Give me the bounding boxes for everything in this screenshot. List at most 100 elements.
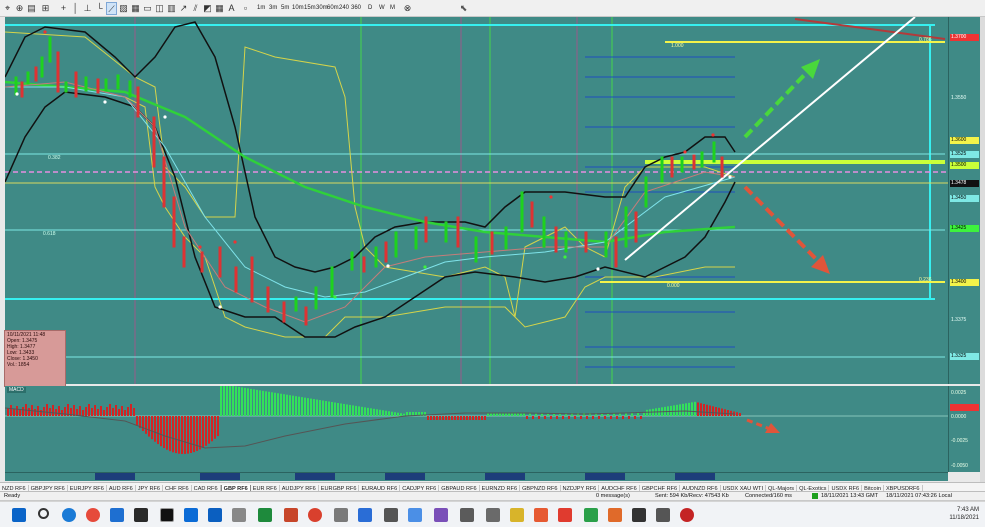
gann-icon[interactable]: ◩ — [202, 2, 213, 15]
symbol-tab[interactable]: CAD RF6 — [192, 485, 221, 491]
folder-icon[interactable] — [510, 508, 524, 522]
cross-tool-icon[interactable]: + — [58, 2, 69, 15]
timeframe-1m[interactable]: 1m — [256, 3, 266, 14]
app-icon[interactable] — [408, 508, 422, 522]
hline-tool-icon[interactable]: └ — [94, 2, 105, 15]
excel-icon[interactable] — [258, 508, 272, 522]
symbol-tab[interactable]: GBP RF6 — [220, 485, 251, 491]
symbol-tab[interactable]: AUDCHF RF6 — [599, 485, 640, 491]
ellipse-icon[interactable]: ◫ — [154, 2, 165, 15]
outlook-icon[interactable] — [184, 508, 198, 522]
symbol-tab[interactable]: GBPAUD RF6 — [439, 485, 480, 491]
symbol-tab[interactable]: USDX RF6 — [829, 485, 863, 491]
app-icon[interactable] — [334, 508, 348, 522]
crosshair-icon[interactable]: ⌖ — [2, 2, 13, 15]
fib-label: 0.618 — [43, 231, 56, 237]
macd-panel[interactable]: MACD — [5, 386, 948, 472]
symbol-tab[interactable]: GBPCHF RF6 — [640, 485, 681, 491]
symbol-tab[interactable]: GBPJPY RF6 — [29, 485, 68, 491]
timeframe-5m[interactable]: 5m — [280, 3, 290, 14]
cycle-icon[interactable]: ▦ — [214, 2, 225, 15]
symbol-tab[interactable]: EURJPY RF6 — [68, 485, 107, 491]
symbol-tab[interactable]: NZD RF6 — [0, 485, 29, 491]
app-icon[interactable] — [680, 508, 694, 522]
symbol-tab[interactable]: NZDJPY RF6 — [561, 485, 600, 491]
timeframe-w[interactable]: W — [378, 3, 386, 14]
macd-bar — [295, 396, 297, 416]
price-axis[interactable]: 1.3700 1.3550 1.3600 1.3525 1.3500 1.347… — [948, 17, 980, 384]
price-chart[interactable]: 0.382 0.618 1.000 0.000 0.786 0.236 — [5, 17, 948, 384]
timeframe-m[interactable]: M — [389, 3, 396, 14]
app-icon[interactable] — [486, 508, 500, 522]
powerpoint-icon[interactable] — [284, 508, 298, 522]
symbol-tab[interactable]: QL-Exotics — [797, 485, 830, 491]
symbol-tab[interactable]: Bitcoin — [862, 485, 884, 491]
macd-bar — [64, 407, 66, 416]
app-icon[interactable] — [632, 508, 646, 522]
symbol-tab[interactable]: EURNZD RF6 — [480, 485, 521, 491]
app-icon[interactable] — [208, 508, 222, 522]
timeframe-3m[interactable]: 3m — [268, 3, 278, 14]
vertical-scrollbar[interactable] — [980, 17, 985, 482]
timeframe-240[interactable]: 240 — [338, 3, 350, 14]
macd-bar — [259, 390, 261, 416]
symbol-tab[interactable]: EURGBP RF6 — [319, 485, 360, 491]
symbol-tab[interactable]: AUD RF6 — [107, 485, 136, 491]
fib-icon[interactable]: ▦ — [130, 2, 141, 15]
symbol-tab[interactable]: CHF RF6 — [163, 485, 192, 491]
macd-bar — [628, 416, 630, 419]
arrow-tool-icon[interactable]: ↗ — [178, 2, 189, 15]
store-icon[interactable] — [110, 508, 124, 522]
zoom-icon[interactable]: ⊕ — [14, 2, 25, 15]
app-icon[interactable] — [558, 508, 572, 522]
chrome-icon[interactable] — [86, 508, 100, 522]
chart-type-icon[interactable]: ▤ — [26, 2, 37, 15]
symbol-tab[interactable]: EUR RF6 — [251, 485, 280, 491]
macd-canvas — [5, 386, 948, 454]
taskbar-clock[interactable]: 7:43 AM 11/18/2021 — [949, 506, 979, 522]
rectangle-icon[interactable]: ▭ — [142, 2, 153, 15]
timeframe-360[interactable]: 360 — [350, 3, 362, 14]
start-icon[interactable] — [12, 508, 26, 522]
grid-icon[interactable]: ⊞ — [40, 2, 51, 15]
symbol-tab[interactable]: AUDNZD RF6 — [680, 485, 721, 491]
edge-icon[interactable] — [62, 508, 76, 522]
symbol-tab[interactable]: JPY RF6 — [136, 485, 164, 491]
text-tool-icon[interactable]: ▥ — [166, 2, 177, 15]
macd-bar — [10, 405, 12, 416]
symbol-tab[interactable]: CADJPY RF6 — [400, 485, 440, 491]
macd-bar — [394, 412, 396, 416]
taskview-icon[interactable] — [134, 508, 148, 522]
app-icon[interactable] — [232, 508, 246, 522]
line-tool-icon[interactable]: │ — [70, 2, 81, 15]
symbol-tab[interactable]: QL-Majors — [766, 485, 798, 491]
macd-bar — [82, 410, 84, 416]
symbol-tab[interactable]: GBPNZD RF6 — [520, 485, 561, 491]
macd-bar — [634, 416, 636, 419]
connection-status-icon — [812, 493, 818, 499]
search-icon[interactable] — [38, 508, 49, 519]
app-icon[interactable] — [434, 508, 448, 522]
symbol-tab[interactable]: AUDJPY RF6 — [280, 485, 319, 491]
trendline-icon[interactable]: ⟋ — [106, 2, 117, 15]
eraser-icon[interactable]: ▫ — [240, 2, 251, 15]
app-icon[interactable] — [460, 508, 474, 522]
app-icon[interactable] — [656, 508, 670, 522]
app-icon[interactable] — [608, 508, 622, 522]
refresh-icon[interactable]: ⊗ — [402, 2, 413, 15]
timeframe-d[interactable]: D — [367, 3, 373, 14]
app-icon[interactable] — [308, 508, 322, 522]
x-app-icon[interactable] — [160, 508, 174, 522]
symbol-tab[interactable]: EURAUD RF6 — [359, 485, 401, 491]
symbol-tab[interactable]: XBPUSDRF6 — [884, 485, 923, 491]
horizontal-line-icon[interactable]: ⊥ — [82, 2, 93, 15]
app-icon[interactable] — [358, 508, 372, 522]
app-icon[interactable] — [534, 508, 548, 522]
label-icon[interactable]: A — [226, 2, 237, 15]
macd-bar — [586, 416, 588, 419]
channel-icon[interactable]: ▨ — [118, 2, 129, 15]
app-icon[interactable] — [584, 508, 598, 522]
pitchfork-icon[interactable]: ⫽ — [190, 2, 201, 15]
app-icon[interactable] — [384, 508, 398, 522]
symbol-tab[interactable]: USDX XAU WTI — [721, 485, 766, 491]
